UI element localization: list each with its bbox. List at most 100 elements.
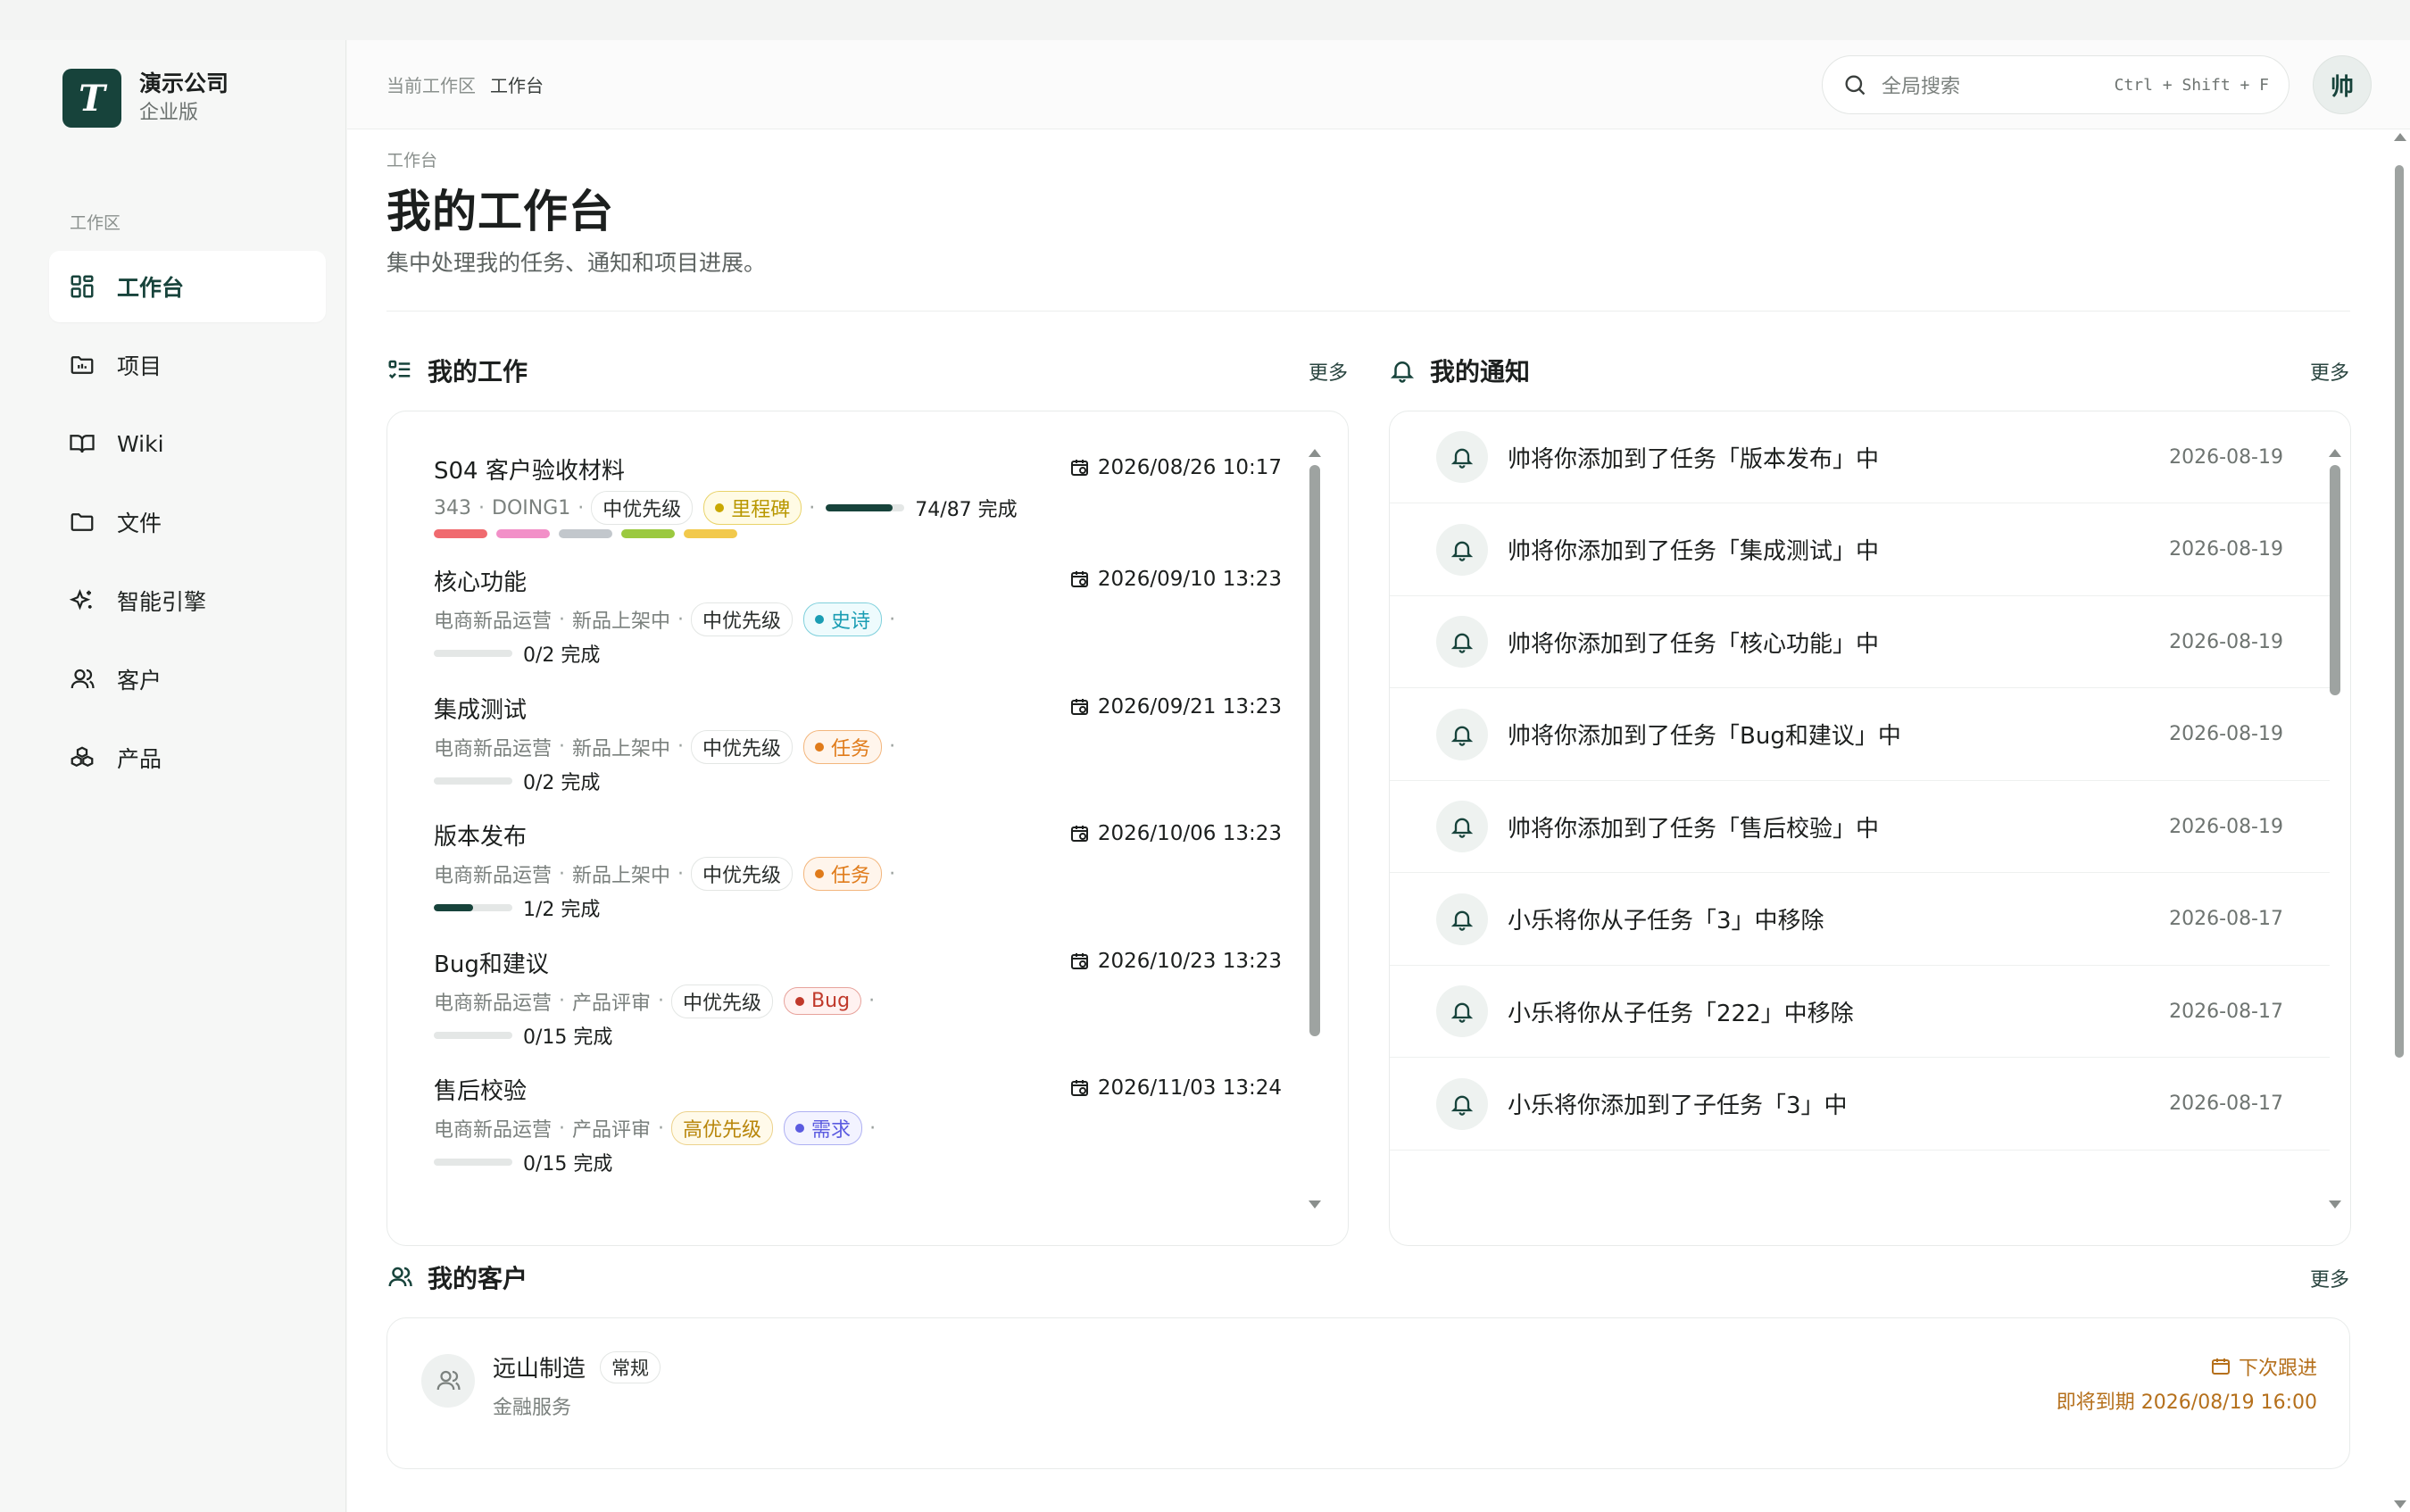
priority-chip: 中优先级 bbox=[671, 984, 774, 1018]
breadcrumb-current: 工作台 bbox=[490, 75, 544, 96]
notification-bell-badge bbox=[1436, 616, 1488, 668]
sidebar-item-wiki[interactable]: Wiki bbox=[49, 408, 326, 479]
my-work-scrollbar[interactable] bbox=[1309, 465, 1320, 1036]
bell-icon bbox=[1450, 1095, 1474, 1116]
folder-icon bbox=[71, 513, 94, 531]
bell-icon bbox=[1450, 1002, 1474, 1023]
sidebar-item-label: 项目 bbox=[117, 353, 162, 379]
notification-bell-badge bbox=[1436, 708, 1488, 760]
notification-item[interactable]: 帅将你添加到了任务「集成测试」中 2026-08-19 bbox=[1390, 504, 2330, 596]
notification-text: 小乐将你添加到了子任务「3」中 bbox=[1508, 1092, 1848, 1119]
type-tag: 任务 bbox=[803, 729, 883, 764]
sidebar-item-ai-engine[interactable]: 智能引擎 bbox=[49, 565, 326, 636]
notification-text: 帅将你添加到了任务「售后校验」中 bbox=[1508, 815, 1880, 843]
bell-icon bbox=[1450, 726, 1474, 746]
my-notifications-heading: 我的通知 bbox=[1389, 353, 1530, 388]
my-work-title: 我的工作 bbox=[428, 357, 528, 386]
task-stage: 新品上架中 bbox=[572, 865, 671, 887]
my-customers-title: 我的客户 bbox=[428, 1264, 528, 1293]
followup-due: 即将到期 2026/08/19 16:00 bbox=[2056, 1392, 2317, 1414]
search-icon bbox=[1845, 75, 1866, 96]
task-item[interactable]: S04 客户验收材料 2026/08/26 10:17 343 · DOING1 ·… bbox=[434, 456, 1282, 538]
calendar-clock-icon bbox=[1070, 698, 1088, 715]
scroll-down-arrow[interactable] bbox=[1309, 1200, 1321, 1209]
customer-industry: 金融服务 bbox=[493, 1397, 572, 1419]
page-scrollbar[interactable] bbox=[2395, 165, 2404, 1058]
notification-item[interactable]: 小乐将你从子任务「222」中移除 2026-08-17 bbox=[1390, 966, 2330, 1058]
sidebar-nav: 工作台 项目 Wiki 文件 智能引擎 客户 产品 bbox=[49, 251, 326, 801]
sidebar-item-label: 工作台 bbox=[117, 275, 185, 301]
task-meta: 电商新品运营 · 新品上架中 · 中优先级 任务 · bbox=[434, 857, 1282, 891]
sidebar-item-label: 智能引擎 bbox=[117, 589, 207, 615]
task-due-date-text: 2026/09/21 13:23 bbox=[1097, 694, 1282, 719]
sidebar-item-dashboard[interactable]: 工作台 bbox=[49, 251, 326, 322]
sidebar-item-customers[interactable]: 客户 bbox=[49, 644, 326, 715]
breadcrumb-workspace[interactable]: 当前工作区 bbox=[386, 75, 476, 96]
page-scroll-up-arrow[interactable] bbox=[2394, 133, 2406, 141]
notification-bell-badge bbox=[1436, 801, 1488, 852]
task-progress: 0/2 完成 bbox=[434, 767, 1282, 795]
user-icon bbox=[71, 669, 95, 689]
calendar-clock-icon bbox=[1070, 952, 1088, 969]
page-scroll-down-arrow[interactable] bbox=[2394, 1500, 2406, 1508]
progress-text: 0/2 完成 bbox=[523, 771, 601, 794]
task-project: 电商新品运营 bbox=[434, 992, 553, 1015]
notification-item[interactable]: 帅将你添加到了任务「Bug和建议」中 2026-08-19 bbox=[1390, 689, 2330, 781]
sidebar-item-projects[interactable]: 项目 bbox=[49, 329, 326, 401]
priority-chip: 中优先级 bbox=[691, 857, 794, 891]
type-tag-label: Bug bbox=[811, 990, 851, 1012]
my-work-heading: 我的工作 bbox=[386, 353, 528, 388]
task-project: 电商新品运营 bbox=[434, 1119, 553, 1142]
bell-icon bbox=[1450, 633, 1474, 653]
type-tag: 史诗 bbox=[803, 602, 883, 636]
task-progress: 1/2 完成 bbox=[434, 893, 1282, 922]
next-followup[interactable]: 下次跟进 bbox=[2210, 1352, 2317, 1381]
notification-text: 帅将你添加到了任务「版本发布」中 bbox=[1508, 445, 1880, 473]
notif-scroll-up-arrow[interactable] bbox=[2329, 449, 2341, 457]
notification-text: 小乐将你从子任务「222」中移除 bbox=[1508, 1000, 1854, 1027]
task-item[interactable]: 集成测试 2026/09/21 13:23 电商新品运营 · 新品上架中 · 中优先级 任务 ·… bbox=[434, 695, 1282, 795]
type-tag-label: 任务 bbox=[831, 737, 871, 760]
notification-item[interactable]: 帅将你添加到了任务「核心功能」中 2026-08-19 bbox=[1390, 596, 2330, 688]
task-item[interactable]: 核心功能 2026/09/10 13:23 电商新品运营 · 新品上架中 · 中优先级 史诗 ·… bbox=[434, 568, 1282, 668]
notification-bell-badge bbox=[1436, 1077, 1488, 1130]
notifications-scrollbar[interactable] bbox=[2330, 465, 2340, 695]
customer-name[interactable]: 远山制造 bbox=[493, 1350, 586, 1383]
task-item[interactable]: Bug和建议 2026/10/23 13:23 电商新品运营 · 产品评审 · 中优先级 Bu… bbox=[434, 950, 1282, 1050]
customer-card[interactable]: 远山制造 常规 金融服务 下次跟进 即将到期 2026/08/19 16:00 bbox=[386, 1317, 2350, 1469]
breadcrumb: 当前工作区 工作台 bbox=[386, 71, 544, 97]
notification-item[interactable]: 小乐将你添加到了子任务「3」中 2026-08-17 bbox=[1390, 1059, 2330, 1151]
my-work-more-link[interactable]: 更多 bbox=[1309, 357, 1348, 386]
sidebar-section-label: 工作区 bbox=[70, 213, 121, 233]
customer-avatar bbox=[421, 1354, 475, 1408]
user-icon bbox=[436, 1370, 461, 1391]
task-due-date: 2026/09/10 13:23 bbox=[1069, 568, 1282, 591]
task-item[interactable]: 售后校验 2026/11/03 13:24 电商新品运营 · 产品评审 · 高优先级 需求 · 0… bbox=[434, 1076, 1282, 1176]
progress-bar bbox=[434, 904, 512, 911]
company-logo: T bbox=[62, 69, 121, 128]
task-id: 343 bbox=[434, 496, 471, 519]
task-meta: 电商新品运营 · 产品评审 · 高优先级 需求 · bbox=[434, 1111, 1282, 1145]
scroll-up-arrow[interactable] bbox=[1309, 449, 1321, 457]
notifications-more-link[interactable]: 更多 bbox=[2310, 357, 2349, 386]
task-item[interactable]: 版本发布 2026/10/06 13:23 电商新品运营 · 新品上架中 · 中优先级 任务 ·… bbox=[434, 822, 1282, 922]
notification-item[interactable]: 小乐将你从子任务「3」中移除 2026-08-17 bbox=[1390, 874, 2330, 966]
progress-text: 0/2 完成 bbox=[523, 644, 601, 667]
sidebar-item-products[interactable]: 产品 bbox=[49, 722, 326, 793]
global-search[interactable]: 全局搜索 Ctrl + Shift + F bbox=[1822, 55, 2290, 114]
sidebar-item-files[interactable]: 文件 bbox=[49, 486, 326, 558]
notification-date: 2026-08-19 bbox=[2169, 723, 2283, 745]
notification-item[interactable]: 帅将你添加到了任务「售后校验」中 2026-08-19 bbox=[1390, 781, 2330, 873]
type-tag-label: 史诗 bbox=[831, 611, 871, 633]
book-icon bbox=[70, 435, 95, 453]
brand[interactable]: T 演示公司 企业版 bbox=[62, 69, 229, 128]
project-folder-icon bbox=[71, 356, 94, 374]
customers-more-link[interactable]: 更多 bbox=[2310, 1264, 2349, 1292]
notification-text: 帅将你添加到了任务「Bug和建议」中 bbox=[1508, 723, 1901, 750]
notification-item[interactable]: 帅将你添加到了任务「版本发布」中 2026-08-19 bbox=[1390, 411, 2330, 503]
main-content: 当前工作区 工作台 全局搜索 Ctrl + Shift + F 帅 工作台 我的工… bbox=[347, 40, 2410, 1512]
notif-scroll-down-arrow[interactable] bbox=[2329, 1200, 2341, 1209]
user-avatar[interactable]: 帅 bbox=[2313, 55, 2372, 114]
priority-chip: 中优先级 bbox=[691, 729, 794, 764]
label-color-swatch bbox=[496, 529, 550, 538]
